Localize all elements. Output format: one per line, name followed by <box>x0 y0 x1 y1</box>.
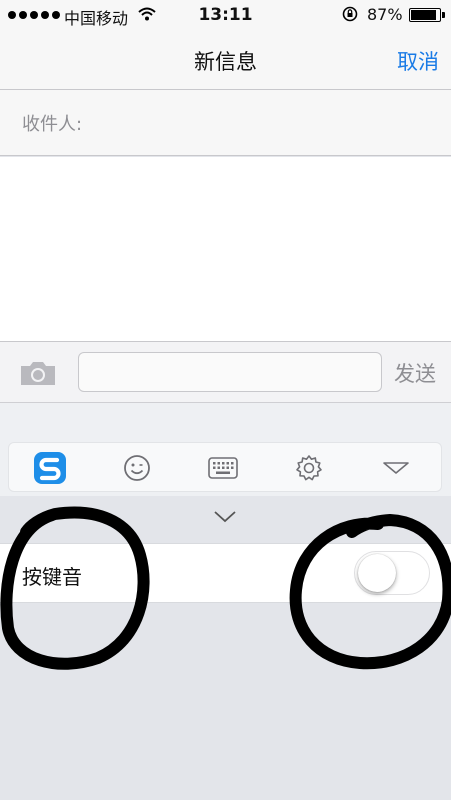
camera-icon[interactable] <box>19 359 57 387</box>
battery-icon <box>409 8 445 22</box>
chevron-down-icon[interactable] <box>212 508 238 526</box>
key-sound-label: 按键音 <box>22 565 82 589</box>
emoji-icon[interactable] <box>120 451 154 485</box>
cancel-button[interactable]: 取消 <box>397 46 439 76</box>
status-bar: 中国移动 13:11 87% <box>0 0 451 30</box>
recipient-input[interactable] <box>104 104 434 142</box>
recipient-row: 收件人: <box>0 90 451 156</box>
navigation-bar: 新信息 取消 <box>0 30 451 90</box>
rotation-lock-icon <box>342 6 358 22</box>
keyboard-icon[interactable] <box>206 451 240 485</box>
key-sound-setting-row: 按键音 <box>0 543 451 603</box>
sogou-logo-icon[interactable] <box>33 451 67 485</box>
key-sound-toggle[interactable] <box>354 551 430 595</box>
hide-keyboard-icon[interactable] <box>379 451 413 485</box>
keyboard-toolbar <box>8 442 442 492</box>
send-button[interactable]: 发送 <box>394 358 436 388</box>
recipient-label: 收件人: <box>22 114 83 135</box>
message-thread-area <box>0 157 451 341</box>
compose-bar: 发送 <box>0 341 451 403</box>
message-input[interactable] <box>78 352 382 392</box>
page-title: 新信息 <box>194 50 257 74</box>
battery-percent: 87% <box>367 5 403 24</box>
settings-icon[interactable] <box>292 451 326 485</box>
